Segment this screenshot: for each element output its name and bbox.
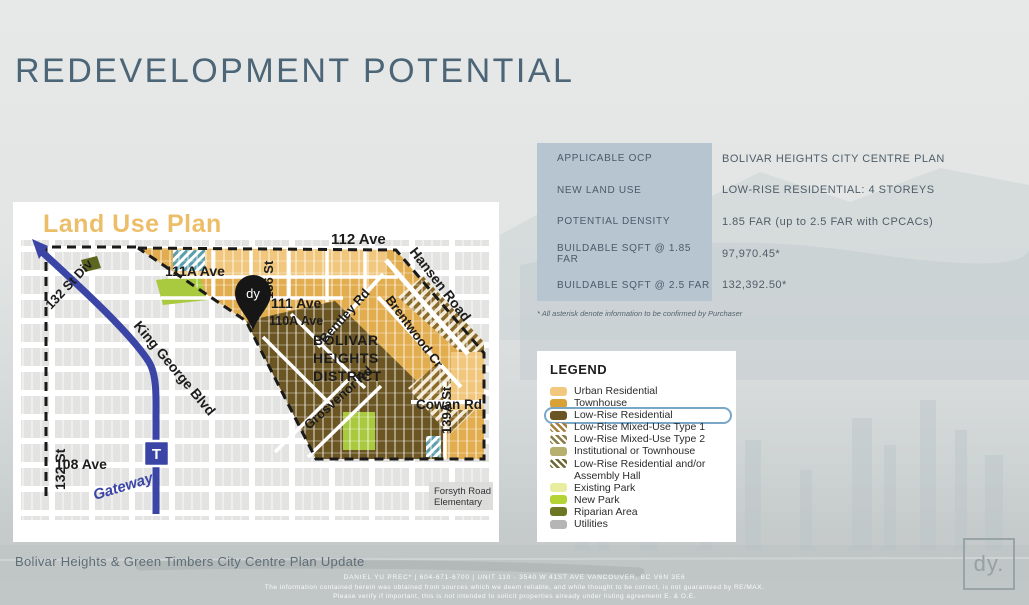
transit-station-icon: T [144,441,169,466]
legend-item: New Park [550,494,728,506]
footer-disclaimer: DANIEL YU PREC* | 604-671-6700 | UNIT 11… [0,574,1029,600]
footer-contact: DANIEL YU PREC* | 604-671-6700 | UNIT 11… [0,574,1029,581]
legend-item: Low-Rise Residential and/or Assembly Hal… [550,458,728,482]
table-value: 1.85 FAR (up to 2.5 FAR with CPCACs) [722,206,1022,238]
legend-swatch [550,411,567,420]
land-use-map-panel: T Forsyth Road Elementary 112 Ave 111A A… [13,202,499,542]
legend-item: Institutional or Townhouse [550,445,728,457]
label-district-line3: DISTRICT [313,368,382,384]
school-label: Forsyth Road Elementary [429,482,493,510]
legend-swatch [550,447,567,456]
legend-item: Riparian Area [550,506,728,518]
table-footnote: * All asterisk denote information to be … [537,309,742,318]
legend-item: Low-Rise Mixed-Use Type 1 [550,421,728,433]
map-title: Land Use Plan [43,210,222,239]
label-district-line1: BOLIVAR [313,332,378,348]
page-title: REDEVELOPMENT POTENTIAL [15,52,574,91]
legend-swatch [550,435,567,444]
legend-item: Townhouse [550,397,728,409]
legend-item: Existing Park [550,482,728,494]
table-label: BUILDABLE SQFT @ 2.5 FAR [537,269,712,301]
label-110a-ave: 110A Ave [269,314,323,328]
legend-item: Urban Residential [550,385,728,397]
legend-swatch [550,423,567,432]
label-district-line2: HEIGHTS [313,350,379,366]
label-111a-ave: 111A Ave [165,263,225,279]
label-cowan-rd: Cowan Rd [416,397,482,412]
legend-swatch [550,507,567,516]
table-value: 97,970.45* [722,238,1022,270]
legend-swatch [550,459,567,468]
legend-item: Utilities [550,518,728,530]
table-value: BOLIVAR HEIGHTS CITY CENTRE PLAN [722,143,1022,175]
pin-logo-text: dy [246,286,260,301]
table-value: LOW-RISE RESIDENTIAL: 4 STOREYS [722,175,1022,207]
transit-label: T [152,446,161,463]
dy-logo: dy. [963,538,1015,590]
table-label: APPLICABLE OCP [537,143,712,175]
legend-item-highlighted: Low-Rise Residential [550,409,728,421]
school-label-line1: Forsyth Road [434,486,491,497]
table-label: POTENTIAL DENSITY [537,206,712,238]
legend-swatch [550,495,567,504]
footer-disclaimer-line1: The information contained herein was obt… [0,584,1029,591]
table-value: 132,392.50* [722,269,1022,301]
land-use-map: T Forsyth Road Elementary 112 Ave 111A A… [13,202,499,542]
slide: REDEVELOPMENT POTENTIAL [0,0,1029,605]
table-label: NEW LAND USE [537,175,712,207]
legend-swatch [550,387,567,396]
legend-swatch [550,483,567,492]
footer-disclaimer-line2: Please verify if important, this is not … [0,593,1029,600]
table-label: BUILDABLE SQFT @ 1.85 FAR [537,238,712,270]
legend-title: LEGEND [550,362,728,377]
ocp-summary-table: APPLICABLE OCP BOLIVAR HEIGHTS CITY CENT… [537,143,1022,301]
label-132-st: 132 St [52,448,68,490]
label-111-ave: 111 Ave [271,295,322,311]
school-label-line2: Elementary [434,497,482,508]
legend-swatch [550,520,567,529]
map-caption: Bolivar Heights & Green Timbers City Cen… [15,554,365,569]
legend-swatch [550,399,567,408]
legend-panel: LEGEND Urban Residential Townhouse Low-R… [537,351,736,542]
legend-item: Low-Rise Mixed-Use Type 2 [550,433,728,445]
label-112-ave: 112 Ave [331,231,386,248]
dy-logo-text: dy. [974,551,1005,577]
